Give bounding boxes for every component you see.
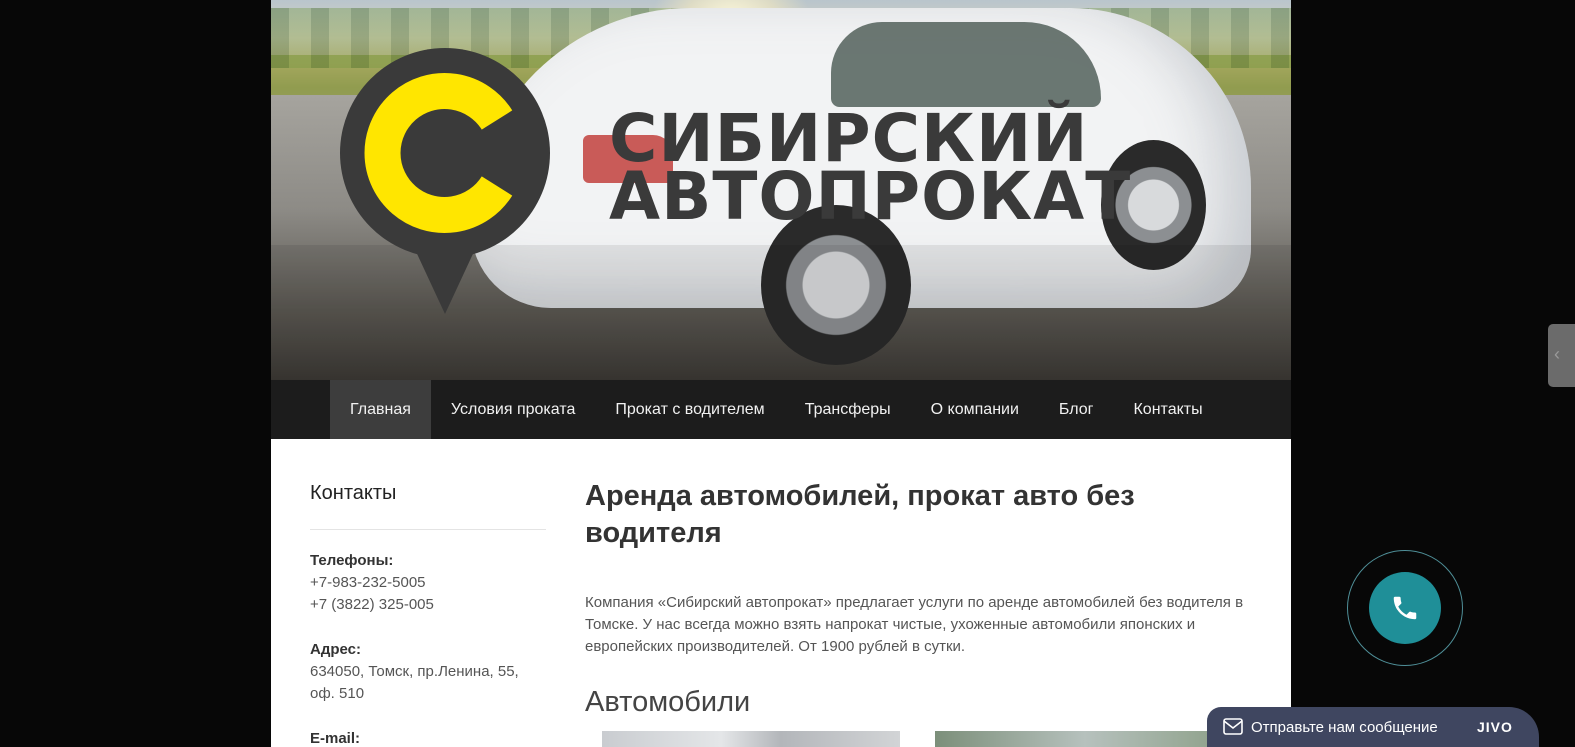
nav-item-contacts[interactable]: Контакты — [1113, 380, 1222, 439]
intro-text: Компания «Сибирский автопрокат» предлага… — [585, 594, 1244, 655]
header-banner: СИБИРСКИЙ АВТОПРОКАТ — [271, 0, 1291, 380]
phones-label: Телефоны: — [310, 552, 394, 569]
phone-2[interactable]: +7 (3822) 325-005 — [310, 594, 546, 616]
main-content: Аренда автомобилей, прокат авто без води… — [585, 478, 1255, 747]
cars-heading: Автомобили — [585, 686, 751, 718]
car-thumbnail[interactable] — [602, 731, 900, 747]
nav-item-home[interactable]: Главная — [330, 380, 431, 439]
phone-1[interactable]: +7-983-232-5005 — [310, 572, 546, 594]
side-panel-tab[interactable]: ‹ — [1548, 324, 1575, 387]
chevron-left-icon: ‹ — [1554, 344, 1560, 364]
logo-pin-icon[interactable] — [337, 48, 553, 316]
email-label: E-mail: — [310, 730, 361, 747]
callback-button[interactable] — [1369, 572, 1441, 644]
page-title: Аренда автомобилей, прокат авто без води… — [585, 480, 1135, 549]
sidebar-title: Контакты — [310, 482, 397, 504]
address-block: Адрес: 634050, Томск, пр.Ленина, 55, оф.… — [310, 639, 546, 705]
page-container: СИБИРСКИЙ АВТОПРОКАТ Главная Условия про… — [271, 0, 1291, 747]
nav-item-transfers[interactable]: Трансферы — [785, 380, 911, 439]
main-nav: Главная Условия проката Прокат с водител… — [271, 380, 1291, 439]
envelope-icon — [1223, 718, 1243, 735]
logo-line-2: АВТОПРОКАТ — [609, 158, 1132, 235]
address-label: Адрес: — [310, 641, 361, 658]
car-thumbnail[interactable] — [935, 731, 1235, 747]
nav-item-rental-terms[interactable]: Условия проката — [431, 380, 595, 439]
nav-item-blog[interactable]: Блог — [1039, 380, 1114, 439]
sidebar-divider — [310, 529, 546, 530]
chat-message: Отправьте нам сообщение — [1251, 719, 1438, 736]
address-value: 634050, Томск, пр.Ленина, 55, оф. 510 — [310, 663, 519, 702]
email-block: E-mail: — [310, 728, 546, 747]
nav-item-about[interactable]: О компании — [911, 380, 1039, 439]
car-window — [831, 22, 1101, 107]
chat-widget[interactable]: Отправьте нам сообщение JIVO — [1207, 707, 1539, 747]
phones-block: Телефоны: +7-983-232-5005 +7 (3822) 325-… — [310, 550, 546, 616]
phone-icon — [1393, 596, 1417, 620]
site-logo-text[interactable]: СИБИРСКИЙ АВТОПРОКАТ — [609, 106, 1132, 235]
nav-item-with-driver[interactable]: Прокат с водителем — [595, 380, 784, 439]
sidebar-contacts: Контакты Телефоны: +7-983-232-5005 +7 (3… — [310, 482, 546, 747]
jivo-logo: JIVO — [1477, 719, 1513, 735]
